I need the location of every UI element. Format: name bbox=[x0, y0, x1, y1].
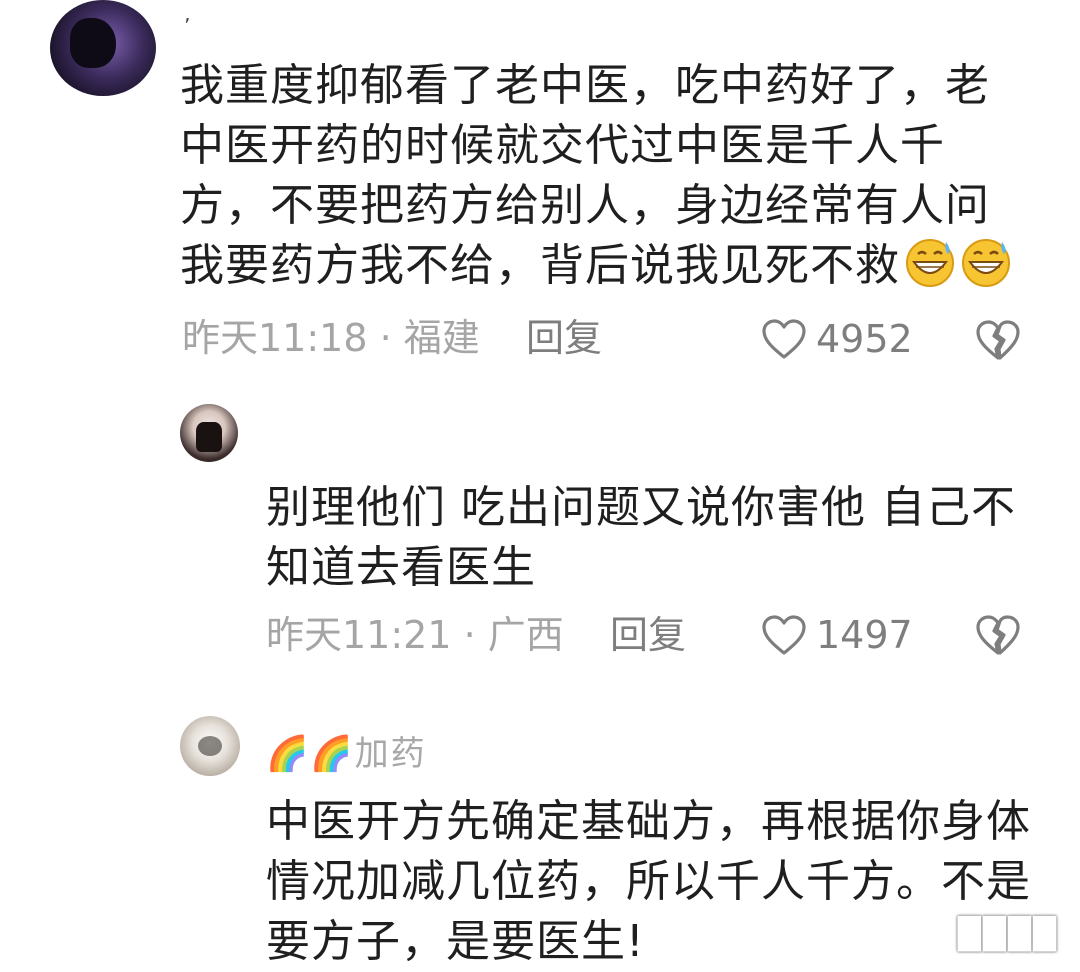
like-button[interactable]: 1497 bbox=[760, 610, 913, 660]
username[interactable]: 🌈🌈加药 bbox=[266, 726, 427, 775]
grinning-sweat-emoji-icon bbox=[904, 236, 956, 288]
reply-button[interactable]: 回复 bbox=[610, 610, 686, 660]
avatar[interactable] bbox=[50, 0, 156, 96]
avatar[interactable] bbox=[180, 716, 240, 776]
comment-text: 我重度抑郁看了老中医，吃中药好了，老 中医开药的时候就交代过中医是千人千 方，不… bbox=[180, 56, 1040, 296]
avatar[interactable] bbox=[180, 404, 238, 462]
comment-text: 别理他们 吃出问题又说你害他 自己不 知道去看医生 bbox=[266, 482, 1016, 593]
grinning-sweat-emoji-icon bbox=[960, 236, 1012, 288]
watermark: ████ bbox=[957, 917, 1058, 952]
broken-heart-icon bbox=[976, 320, 1020, 360]
comment-time-location: 昨天11:18 · 福建 bbox=[182, 316, 480, 360]
comment-text-content: 我重度抑郁看了老中医，吃中药好了，老 中医开药的时候就交代过中医是千人千 方，不… bbox=[180, 60, 990, 291]
heart-outline-icon bbox=[762, 319, 806, 359]
comment-text: 中医开方先确定基础方，再根据你身体 情况加减几位药，所以千人千方。不是 要方子，… bbox=[266, 796, 1031, 967]
dislike-button[interactable] bbox=[974, 316, 1022, 364]
heart-outline-icon bbox=[762, 615, 806, 655]
reply-button[interactable]: 回复 bbox=[526, 313, 602, 363]
like-count: 1497 bbox=[816, 613, 913, 657]
like-count: 4952 bbox=[816, 317, 913, 361]
like-button[interactable]: 4952 bbox=[760, 314, 913, 364]
dislike-button[interactable] bbox=[974, 611, 1022, 659]
broken-heart-icon bbox=[976, 615, 1020, 655]
username[interactable]: ’ bbox=[184, 14, 190, 38]
comment-time-location: 昨天11:21 · 广西 bbox=[266, 613, 564, 657]
